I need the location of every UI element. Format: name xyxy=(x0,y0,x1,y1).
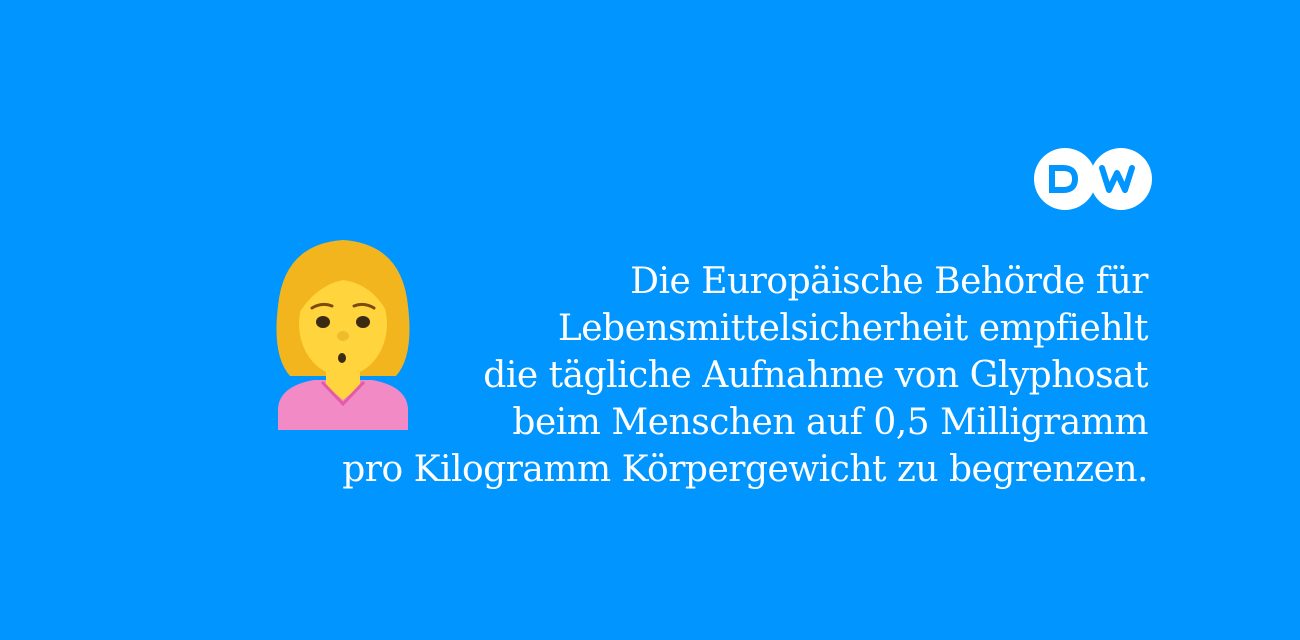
dw-logo-icon: DW xyxy=(1034,148,1152,210)
quote-line: pro Kilogramm Körpergewicht zu begrenzen… xyxy=(342,449,1148,490)
quote-line: beim Menschen auf 0,5 Milligramm xyxy=(512,402,1148,443)
quote-line: die tägliche Aufnahme von Glyphosat xyxy=(483,355,1148,396)
quote-text: Die Europäische Behörde für Lebensmittel… xyxy=(260,258,1148,493)
logo-left-circle xyxy=(1034,148,1096,210)
quote-line: Lebensmittelsicherheit empfiehlt xyxy=(557,308,1149,349)
quote-line: Die Europäische Behörde für xyxy=(630,261,1148,302)
